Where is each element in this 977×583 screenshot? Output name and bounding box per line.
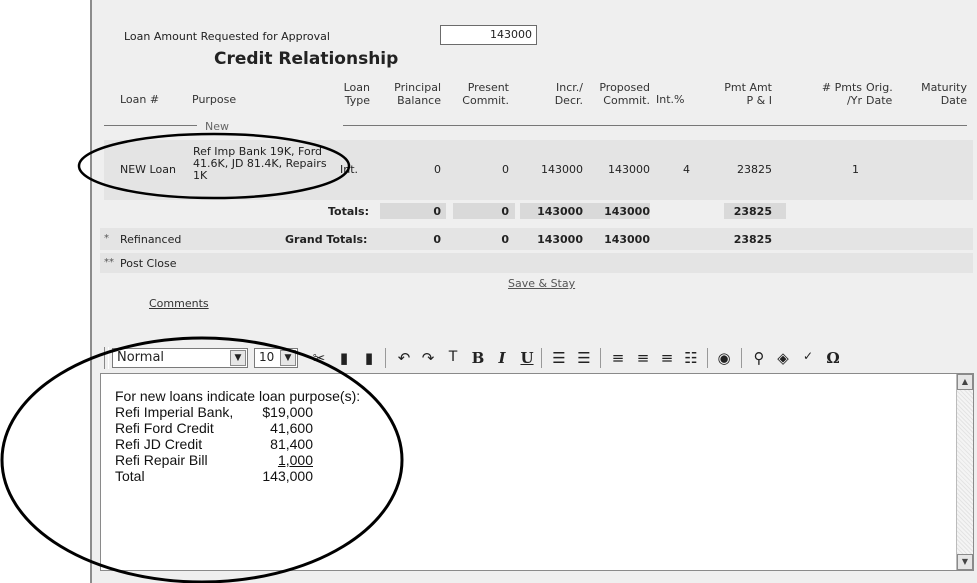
annotation-ellipse-editor (0, 336, 404, 583)
annotation-overlay (0, 132, 404, 583)
annotation-ellipse-purpose (77, 132, 351, 200)
